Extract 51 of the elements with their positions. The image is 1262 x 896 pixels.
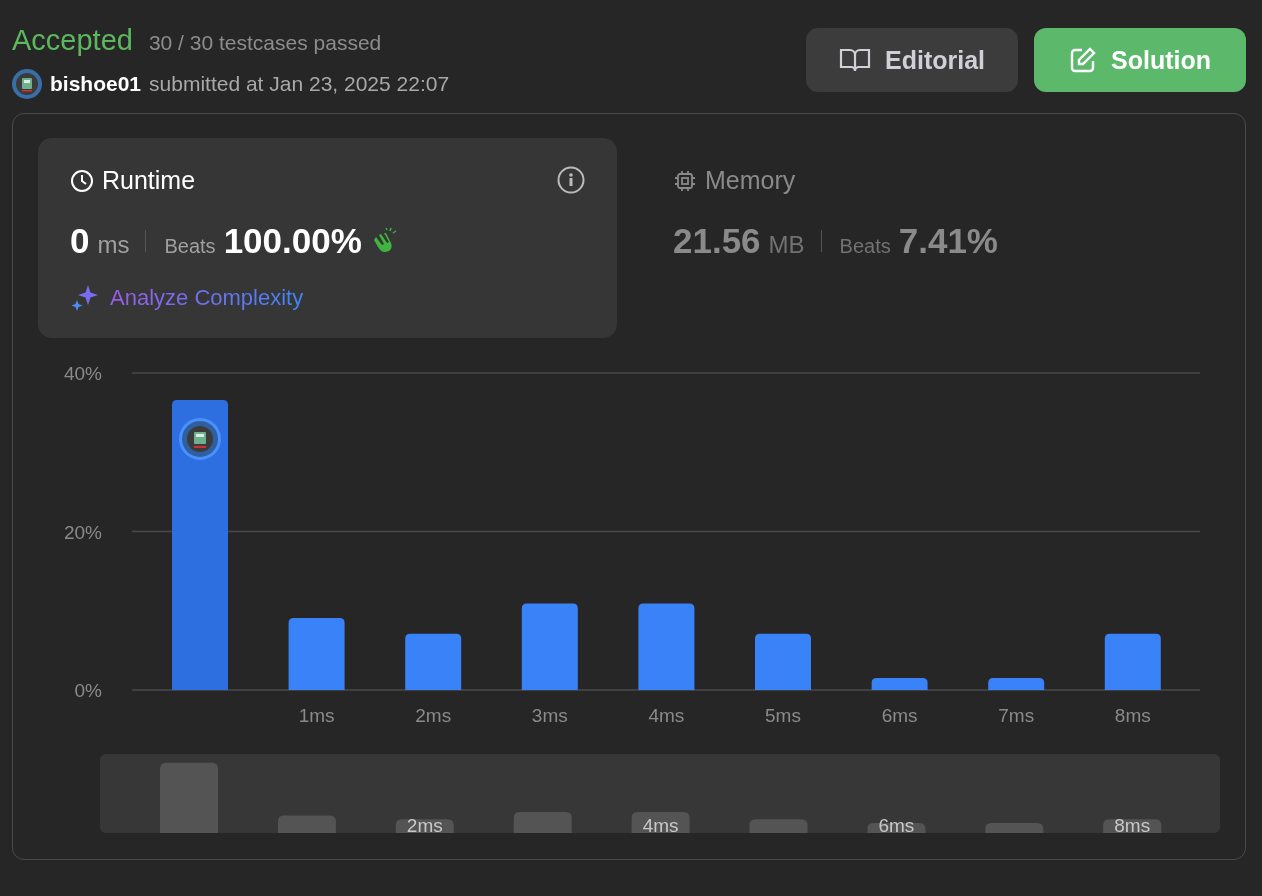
metric-value: 21.56 <box>673 221 761 261</box>
metric-unit: ms <box>97 231 130 259</box>
x-axis-label: 8ms <box>1114 705 1151 726</box>
metric-title: Runtime <box>102 166 196 195</box>
metric-unit: MB <box>768 231 805 259</box>
x-axis-label: 6ms <box>881 705 918 726</box>
x-axis-label: 4ms <box>648 705 685 726</box>
bar[interactable] <box>405 633 462 690</box>
x-axis-label: 3ms <box>531 705 568 726</box>
bar[interactable] <box>172 399 228 690</box>
book-icon <box>839 47 871 73</box>
chip-icon <box>673 168 697 193</box>
metric-title: Memory <box>705 166 796 195</box>
y-axis-label: 20% <box>63 521 102 543</box>
overview-bar <box>749 819 808 833</box>
editorial-button[interactable]: Editorial <box>806 28 1018 92</box>
x-axis-label: 1ms <box>298 705 335 726</box>
bar[interactable] <box>521 603 578 690</box>
bar[interactable] <box>638 603 695 690</box>
bar[interactable] <box>288 617 345 690</box>
testcases-text: 30 / 30 testcases passed <box>148 31 382 55</box>
bar[interactable] <box>871 678 928 690</box>
username[interactable]: bishoe01 <box>50 72 142 96</box>
x-axis-label: 2ms <box>415 705 452 726</box>
overview-bar <box>513 812 572 833</box>
submitted-text: submitted at Jan 23, 2025 22:07 <box>149 72 450 96</box>
beats-label: Beats <box>839 235 891 258</box>
memory-card[interactable]: Memory 21.56 MB Beats 7.41% <box>641 138 1220 338</box>
beats-percent: 100.00% <box>223 221 362 261</box>
overview-label: 4ms <box>631 812 690 833</box>
x-axis-label: 7ms <box>998 705 1035 726</box>
runtime-card[interactable]: Runtime 0 ms Beats 100.00% Analyze Complexity <box>38 138 617 338</box>
overview-bar <box>277 815 336 833</box>
overview-bar <box>160 762 218 833</box>
avatar-icon <box>12 69 42 99</box>
y-axis-label: 0% <box>74 680 102 701</box>
sparkle-icon <box>70 283 100 313</box>
status-text: Accepted <box>12 24 133 57</box>
x-axis-label: 5ms <box>765 705 801 726</box>
bar[interactable] <box>1104 633 1161 690</box>
beats-label: Beats <box>164 235 216 258</box>
metric-value: 0 <box>70 221 90 261</box>
y-axis-label: 40% <box>63 363 102 384</box>
overview-bar <box>985 823 1044 833</box>
bar[interactable] <box>988 678 1045 690</box>
range-overview[interactable]: 2ms 4ms 6ms 8ms <box>100 754 1220 833</box>
pencil-square-icon <box>1069 46 1097 74</box>
solution-button[interactable]: Solution <box>1034 28 1246 92</box>
beats-percent: 7.41% <box>898 221 998 261</box>
info-icon[interactable] <box>557 166 585 194</box>
clock-icon <box>70 168 94 193</box>
